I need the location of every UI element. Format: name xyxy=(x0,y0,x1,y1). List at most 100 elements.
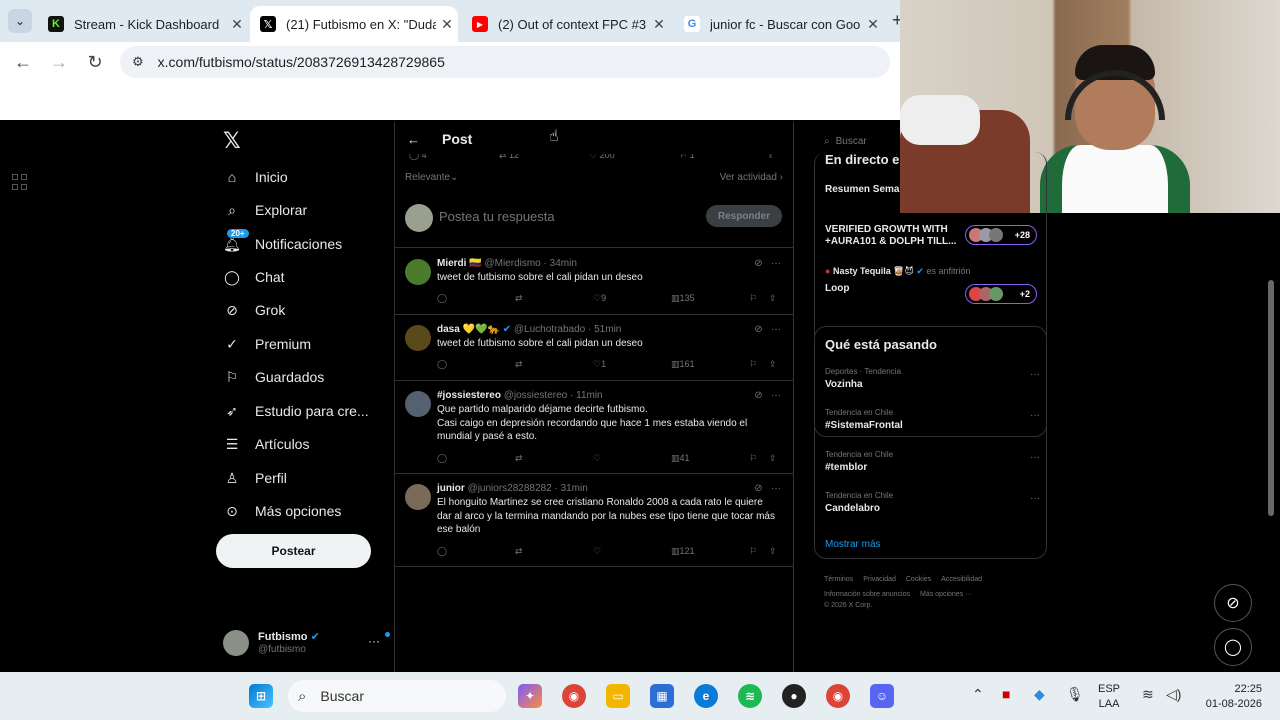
like-count[interactable]: ♡ 200 xyxy=(589,154,615,161)
share-icon[interactable]: ⇪ xyxy=(769,546,777,557)
sidebar-item-perfil[interactable]: ♙ Perfil xyxy=(223,463,287,493)
footer-link[interactable]: Términos xyxy=(824,576,853,583)
chat-fab-button[interactable]: ◯ xyxy=(1214,628,1252,666)
like-button[interactable]: ♡ xyxy=(593,453,601,464)
reply-input[interactable]: Postea tu respuesta xyxy=(439,209,555,224)
tweet-author[interactable]: junior xyxy=(437,483,465,494)
more-icon[interactable]: ··· xyxy=(1030,452,1040,463)
host-name[interactable]: Nasty Tequila 🥃😈 xyxy=(833,266,914,276)
taskbar-search[interactable]: ⌕ Buscar xyxy=(288,680,506,712)
page-scrollbar[interactable] xyxy=(1268,280,1274,516)
post-button[interactable]: Postear xyxy=(216,534,371,568)
reply-icon[interactable]: ◯ xyxy=(437,293,447,304)
app-icon[interactable]: ● xyxy=(782,684,806,708)
spotify-icon[interactable]: ≋ xyxy=(738,684,762,708)
sort-dropdown[interactable]: Relevante⌄ xyxy=(405,172,458,183)
footer-link[interactable]: Información sobre anuncios xyxy=(824,591,910,598)
trend-item[interactable]: Deportes · Tendencia Vozinha ··· xyxy=(825,367,1040,397)
sidebar-item-chat[interactable]: ◯ Chat xyxy=(223,262,284,292)
back-arrow-icon[interactable]: ← xyxy=(407,132,420,147)
tweet-time[interactable]: 34min xyxy=(550,258,577,269)
back-icon[interactable]: ← xyxy=(12,52,34,73)
reply-tweet[interactable]: junior @juniors28288282 · 31min ⊘ ··· El… xyxy=(395,474,793,567)
views-button[interactable]: ▥ 121 xyxy=(671,546,695,557)
like-button[interactable]: ♡ xyxy=(593,546,601,557)
tweet-menu[interactable]: ⊘ ··· xyxy=(754,258,781,269)
tweet-time[interactable]: 31min xyxy=(561,483,588,494)
live-item[interactable]: VERIFIED GROWTH WITH +AURA101 & DOLPH TI… xyxy=(825,224,960,248)
sidebar-item-guardados[interactable]: ⚐ Guardados xyxy=(223,362,325,392)
discord-icon[interactable]: ☺ xyxy=(870,684,894,708)
bookmark-icon[interactable]: ⚐ xyxy=(749,293,757,304)
show-more-link[interactable]: Mostrar más xyxy=(825,539,881,550)
apps-grid-icon[interactable] xyxy=(12,174,28,190)
windows-start-icon[interactable]: ⊞ xyxy=(249,684,273,708)
footer-link[interactable]: Accesibilidad xyxy=(941,576,982,583)
activity-link[interactable]: Ver actividad › xyxy=(720,172,783,183)
reply-tweet[interactable]: Mierdi 🇨🇴 @Mierdismo · 34min ⊘ ··· tweet… xyxy=(395,249,793,315)
share-icon[interactable]: ⇪ xyxy=(767,154,775,161)
edge-icon[interactable]: e xyxy=(694,684,718,708)
footer-link[interactable]: Cookies xyxy=(906,576,931,583)
live-item[interactable]: Resumen Sema xyxy=(825,184,899,195)
sidebar-item-explorar[interactable]: ⌕ Explorar xyxy=(223,195,307,225)
footer-link[interactable]: Privacidad xyxy=(863,576,896,583)
site-info-icon[interactable]: ⚙ xyxy=(132,54,144,70)
live-item[interactable]: Loop xyxy=(825,283,849,294)
reply-icon[interactable]: ◯ xyxy=(437,453,447,464)
store-icon[interactable]: ▦ xyxy=(650,684,674,708)
more-icon[interactable]: ··· xyxy=(1030,369,1040,380)
reply-count[interactable]: ◯ 4 xyxy=(409,154,427,161)
share-icon[interactable]: ⇪ xyxy=(769,453,777,464)
copilot-icon[interactable]: ✦ xyxy=(518,684,542,708)
grok-icon[interactable]: ⊘ xyxy=(754,324,762,335)
repost-count[interactable]: ⇄ 12 xyxy=(499,154,519,161)
sidebar-item-notificaciones[interactable]: 🔔︎ 20+ Notificaciones xyxy=(223,229,342,259)
repost-icon[interactable]: ⇄ xyxy=(515,293,523,304)
views-button[interactable]: ▥ 135 xyxy=(671,293,695,304)
share-icon[interactable]: ⇪ xyxy=(769,359,777,370)
tweet-handle[interactable]: @juniors28288282 xyxy=(468,483,552,494)
views-button[interactable]: ▥ 41 xyxy=(671,453,690,464)
tab-google[interactable]: G junior fc - Buscar con Goo ✕ xyxy=(674,6,884,42)
like-button[interactable]: ♡ 9 xyxy=(593,293,606,304)
chevron-up-icon[interactable]: ⌃ xyxy=(972,686,984,703)
sidebar-item-inicio[interactable]: ⌂ Inicio xyxy=(223,162,288,192)
trend-item[interactable]: Tendencia en Chile #temblor ··· xyxy=(825,450,1040,480)
grok-icon[interactable]: ⊘ xyxy=(754,258,762,269)
tab-kick[interactable]: K Stream - Kick Dashboard ✕ xyxy=(38,6,248,42)
reply-tweet[interactable]: #jossiestereo @jossiestereo · 11min ⊘ ··… xyxy=(395,381,793,474)
reply-button[interactable]: Responder xyxy=(706,205,782,227)
tweet-handle[interactable]: @jossiestereo xyxy=(504,390,568,401)
tab-youtube[interactable]: ▶ (2) Out of context FPC #3 ✕ xyxy=(462,6,670,42)
trend-item[interactable]: Tendencia en Chile Candelabro ··· xyxy=(825,491,1040,521)
trend-item[interactable]: Tendencia en Chile #SistemaFrontal ··· xyxy=(825,408,1040,438)
sidebar-item-premium[interactable]: ✓ Premium xyxy=(223,329,311,359)
sidebar-item-mas-opciones[interactable]: ⊙ Más opciones xyxy=(223,496,341,526)
grok-fab-button[interactable]: ⊘ xyxy=(1214,584,1252,622)
forward-icon[interactable]: → xyxy=(48,52,70,73)
sidebar-item-articulos[interactable]: ☰ Artículos xyxy=(223,429,310,459)
repost-icon[interactable]: ⇄ xyxy=(515,453,523,464)
file-explorer-icon[interactable]: ▭ xyxy=(606,684,630,708)
grok-icon[interactable]: ⊘ xyxy=(754,483,762,494)
search-input[interactable]: ⌕ Buscar xyxy=(814,130,904,152)
bookmark-count[interactable]: ⚐ 1 xyxy=(679,154,695,161)
tab-futbismo[interactable]: 𝕏 (21) Futbismo en X: "Duda ✕ xyxy=(250,6,458,42)
reply-icon[interactable]: ◯ xyxy=(437,546,447,557)
close-icon[interactable]: ✕ xyxy=(862,16,884,33)
sidebar-item-estudio[interactable]: ➶ Estudio para cre... xyxy=(223,396,369,426)
tweet-menu[interactable]: ⊘ ··· xyxy=(754,390,781,401)
bookmark-icon[interactable]: ⚐ xyxy=(749,453,757,464)
more-icon[interactable]: ··· xyxy=(1030,493,1040,504)
reply-icon[interactable]: ◯ xyxy=(437,359,447,370)
tab-search-button[interactable]: ⌄ xyxy=(8,9,32,33)
footer-link[interactable]: Más opciones ··· xyxy=(920,591,972,598)
tweet-handle[interactable]: @Mierdismo xyxy=(484,258,540,269)
views-button[interactable]: ▥ 161 xyxy=(671,359,695,370)
like-button[interactable]: ♡ 1 xyxy=(593,359,606,370)
tweet-menu[interactable]: ⊘ ··· xyxy=(754,483,781,494)
repost-icon[interactable]: ⇄ xyxy=(515,359,523,370)
repost-icon[interactable]: ⇄ xyxy=(515,546,523,557)
more-icon[interactable]: ··· xyxy=(368,634,380,648)
